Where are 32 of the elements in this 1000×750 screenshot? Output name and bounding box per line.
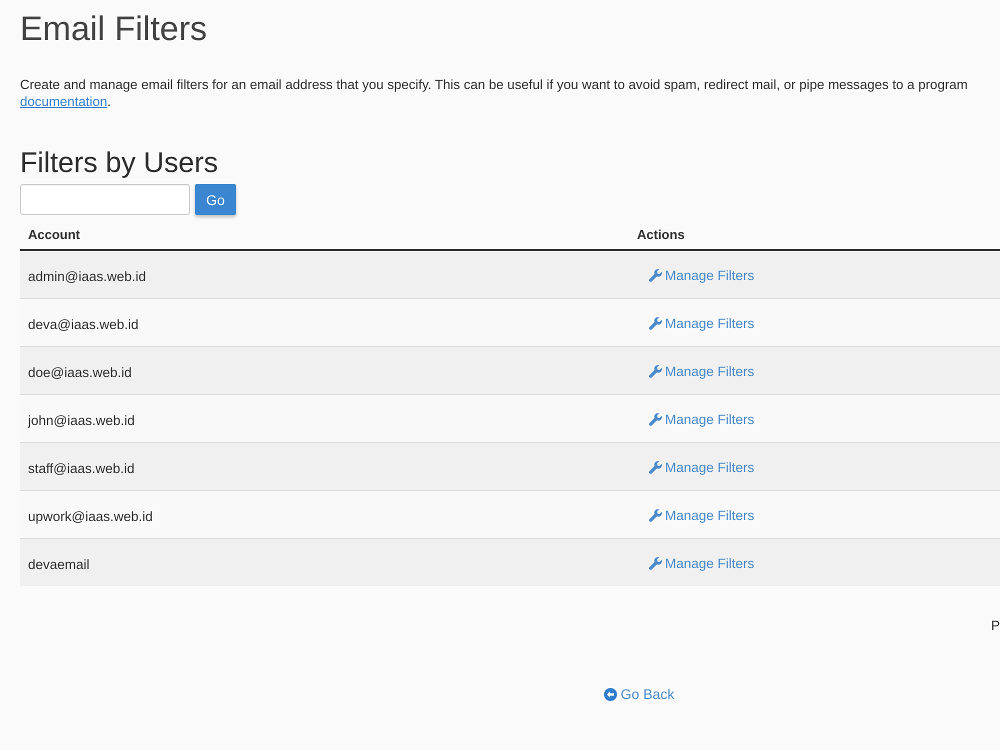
wrench-icon — [649, 556, 662, 570]
go-button[interactable]: Go — [195, 184, 236, 215]
wrench-icon — [649, 412, 662, 426]
section-heading: Filters by Users — [20, 146, 218, 180]
search-field[interactable] — [20, 184, 190, 215]
manage-filters-link[interactable]: Manage Filters — [649, 316, 754, 330]
footer-text: P — [990, 618, 1000, 634]
account-cell: devaemail — [28, 556, 90, 572]
wrench-icon — [649, 508, 662, 522]
wrench-icon — [649, 316, 662, 330]
column-header: Account — [27, 226, 80, 242]
account-cell: doe@iaas.web.id — [28, 364, 132, 380]
go-back-link[interactable]: Go Back — [604, 686, 674, 702]
account-cell: deva@iaas.web.id — [28, 316, 139, 332]
account-cell: staff@iaas.web.id — [28, 460, 135, 476]
back-arrow-icon — [604, 688, 617, 700]
wrench-icon — [649, 460, 662, 474]
manage-filters-link[interactable]: Manage Filters — [649, 556, 754, 570]
account-cell: admin@iaas.web.id — [28, 268, 146, 284]
manage-filters-link[interactable]: Manage Filters — [649, 412, 754, 426]
wrench-icon — [649, 364, 662, 378]
column-header: Actions — [636, 226, 685, 242]
manage-filters-link[interactable]: Manage Filters — [649, 364, 754, 378]
manage-filters-link[interactable]: Manage Filters — [649, 268, 754, 282]
description-text: Create and manage email filters for an email address that you specify. This can be useful if you want to avoid spam, redirect mail, or pipe messages to a program documentation. — [20, 76, 969, 110]
documentation-link[interactable]: documentation — [20, 94, 108, 109]
manage-filters-link[interactable]: Manage Filters — [649, 508, 754, 522]
account-cell: john@iaas.web.id — [28, 412, 135, 428]
page-title: Email Filters — [20, 9, 208, 49]
manage-filters-link[interactable]: Manage Filters — [649, 460, 754, 474]
wrench-icon — [649, 268, 662, 282]
account-cell: upwork@iaas.web.id — [28, 508, 153, 524]
